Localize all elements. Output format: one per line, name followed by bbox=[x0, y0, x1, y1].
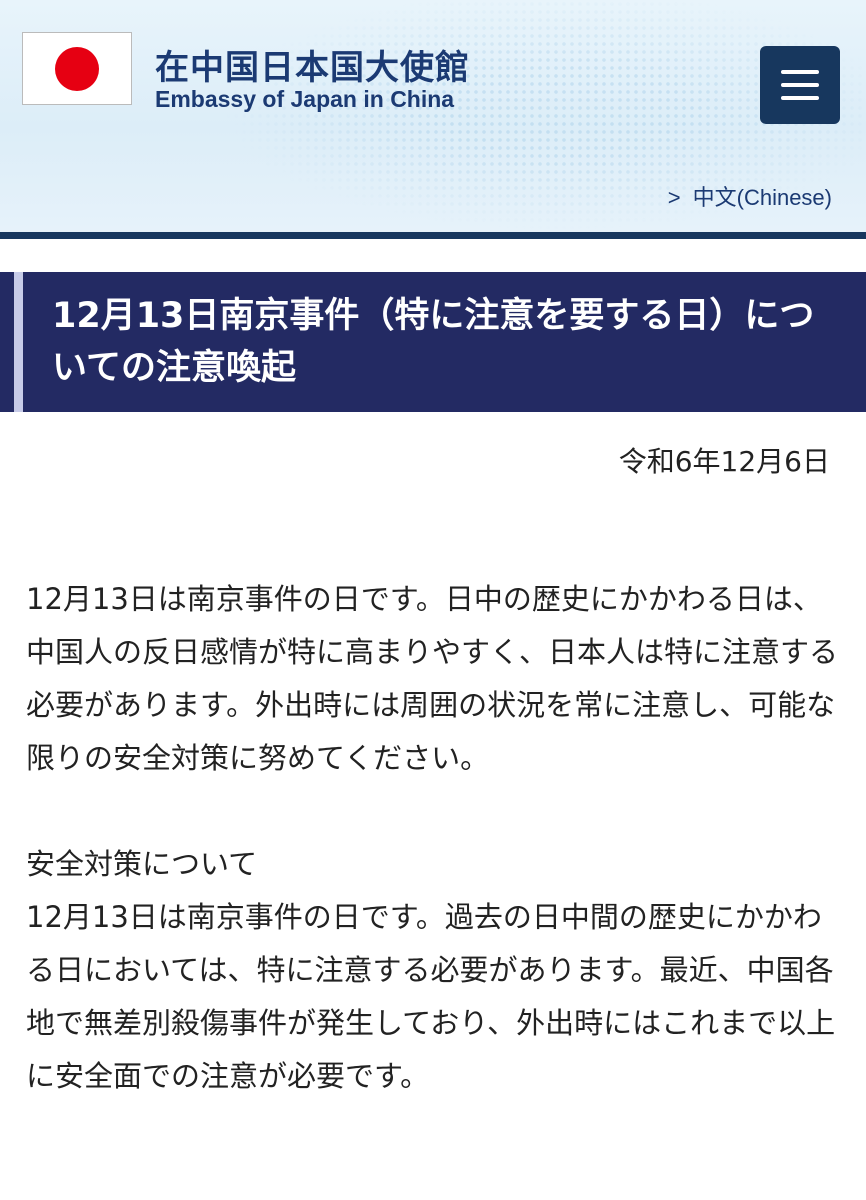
article-body: 12月13日は南京事件の日です。日中の歴史にかかわる日は、中国人の反日感情が特に… bbox=[26, 573, 846, 1103]
site-title-japanese[interactable]: 在中国日本国大使館 bbox=[155, 40, 470, 89]
chevron-right-icon: > bbox=[667, 185, 681, 210]
chinese-language-link[interactable]: > 中文(Chinese) bbox=[668, 180, 832, 212]
site-title-english[interactable]: Embassy of Japan in China bbox=[155, 86, 454, 113]
menu-button[interactable] bbox=[760, 46, 840, 124]
article-title: 12月13日南京事件（特に注意を要する日）についての注意喚起 bbox=[52, 296, 815, 388]
language-link-label: 中文(Chinese) bbox=[692, 185, 832, 210]
japan-flag-icon bbox=[22, 32, 132, 105]
title-accent-bar bbox=[14, 272, 23, 412]
publish-date: 令和6年12月6日 bbox=[618, 445, 830, 478]
site-header: 在中国日本国大使館 Embassy of Japan in China > 中文(… bbox=[0, 0, 866, 232]
article-paragraph-2: 12月13日は南京事件の日です。過去の日中間の歴史にかかわる日においては、特に注… bbox=[26, 900, 836, 1093]
flag-sun bbox=[55, 47, 99, 91]
header-bottom-border bbox=[0, 232, 866, 239]
section-heading: 安全対策について bbox=[26, 847, 258, 881]
article-paragraph-1: 12月13日は南京事件の日です。日中の歴史にかかわる日は、中国人の反日感情が特に… bbox=[26, 582, 839, 775]
article-title-banner: 12月13日南京事件（特に注意を要する日）についての注意喚起 bbox=[0, 272, 866, 412]
